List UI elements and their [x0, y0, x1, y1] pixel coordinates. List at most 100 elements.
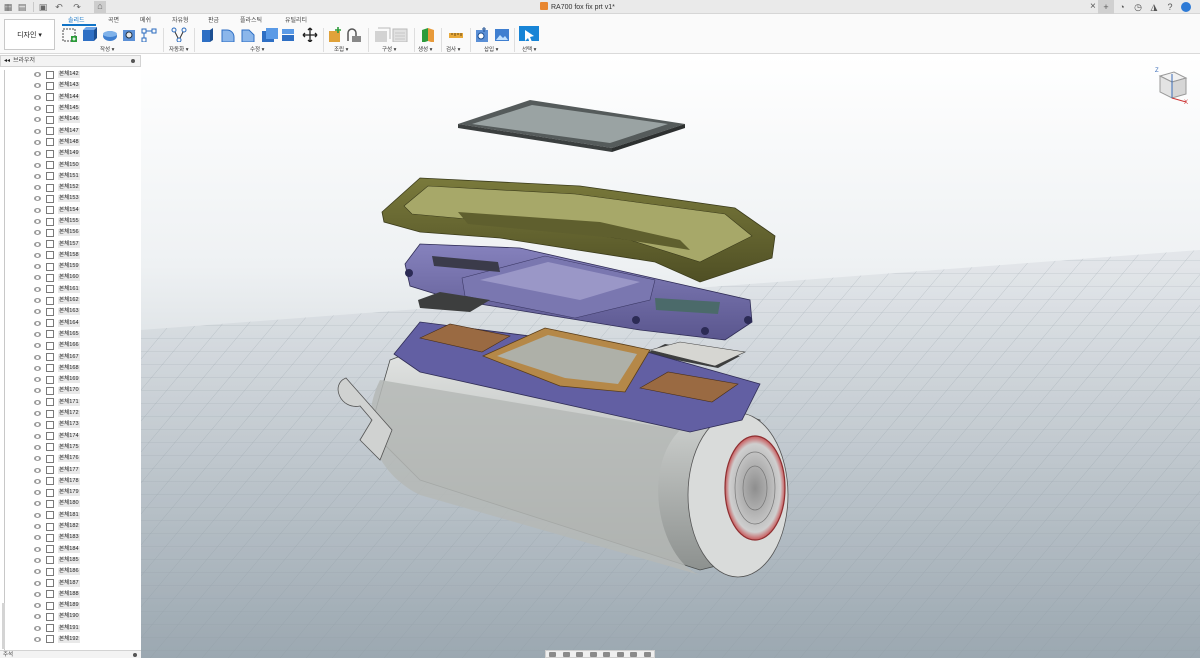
tree-item-body[interactable]: 본체162 — [33, 295, 85, 306]
insert-tools[interactable] — [475, 27, 511, 42]
visibility-eye-icon[interactable] — [33, 411, 42, 417]
visibility-eye-icon[interactable] — [33, 252, 42, 258]
tree-item-body[interactable]: 본체170 — [33, 385, 85, 396]
visibility-eye-icon[interactable] — [33, 433, 42, 439]
modify-menu[interactable]: 수정 ▾ — [250, 45, 264, 53]
tree-item-body[interactable]: 본체167 — [33, 351, 85, 362]
visibility-eye-icon[interactable] — [33, 298, 42, 304]
visibility-eye-icon[interactable] — [33, 501, 42, 507]
tree-item-body[interactable]: 본체147 — [33, 125, 85, 136]
collapse-panel-icon[interactable]: ◂◂ — [4, 56, 10, 66]
tree-item-body[interactable]: 본체192 — [33, 634, 85, 645]
visibility-eye-icon[interactable] — [33, 230, 42, 236]
tree-item-body[interactable]: 본체172 — [33, 408, 85, 419]
create-tools[interactable] — [62, 27, 160, 42]
look-at-icon[interactable] — [562, 651, 570, 657]
visibility-eye-icon[interactable] — [33, 343, 42, 349]
redo-icon[interactable]: ↷ — [72, 2, 82, 12]
visibility-eye-icon[interactable] — [33, 456, 42, 462]
visibility-eye-icon[interactable] — [33, 117, 42, 123]
modify-tools[interactable] — [200, 27, 320, 42]
visibility-eye-icon[interactable] — [33, 512, 42, 518]
tree-item-body[interactable]: 본체156 — [33, 227, 85, 238]
visibility-eye-icon[interactable] — [33, 467, 42, 473]
file-menu-icon[interactable]: ▤ — [17, 2, 27, 12]
insert-menu[interactable]: 삽입 ▾ — [484, 45, 498, 53]
tree-item-body[interactable]: 본체154 — [33, 205, 85, 216]
tree-item-body[interactable]: 본체178 — [33, 476, 85, 487]
tab-surface[interactable]: 곡면 — [108, 15, 119, 24]
tree-item-body[interactable]: 본체185 — [33, 555, 85, 566]
visibility-eye-icon[interactable] — [33, 241, 42, 247]
tree-item-body[interactable]: 본체148 — [33, 137, 85, 148]
tree-item-body[interactable]: 본체186 — [33, 566, 85, 577]
automate-icon[interactable] — [170, 27, 188, 42]
tree-item-body[interactable]: 본체142 — [33, 69, 85, 80]
tab-solid[interactable]: 솔리드 — [68, 15, 85, 24]
tree-item-body[interactable]: 본체155 — [33, 216, 85, 227]
create-menu[interactable]: 작성 ▾ — [100, 45, 114, 53]
visibility-eye-icon[interactable] — [33, 139, 42, 145]
tree-item-body[interactable]: 본체189 — [33, 600, 85, 611]
visibility-eye-icon[interactable] — [33, 219, 42, 224]
tab-mesh[interactable]: 메쉬 — [140, 15, 151, 24]
app-grid-icon[interactable]: ▦ — [3, 2, 13, 12]
visibility-eye-icon[interactable] — [33, 569, 42, 575]
undo-icon[interactable]: ↶ — [54, 2, 64, 12]
visibility-eye-icon[interactable] — [33, 128, 42, 134]
visibility-eye-icon[interactable] — [33, 354, 42, 360]
orbit-icon[interactable] — [549, 651, 557, 657]
visibility-eye-icon[interactable] — [33, 162, 42, 168]
tree-item-body[interactable]: 본체145 — [33, 103, 85, 114]
tree-item-body[interactable]: 본체163 — [33, 306, 85, 317]
visibility-eye-icon[interactable] — [33, 72, 42, 78]
visibility-eye-icon[interactable] — [33, 490, 42, 496]
tree-item-body[interactable]: 본체176 — [33, 453, 85, 464]
document-tab[interactable]: RA700 fox fix prt v1* — [540, 2, 615, 13]
tree-item-body[interactable]: 본체157 — [33, 238, 85, 249]
tree-item-body[interactable]: 본체174 — [33, 431, 85, 442]
grid-settings-icon[interactable] — [630, 651, 638, 657]
3d-scene[interactable] — [141, 55, 1200, 658]
tree-item-body[interactable]: 본체171 — [33, 397, 85, 408]
save-icon[interactable]: ▣ — [38, 2, 48, 12]
tab-utilities[interactable]: 유틸리티 — [285, 15, 307, 24]
tree-item-body[interactable]: 본체160 — [33, 272, 85, 283]
visibility-eye-icon[interactable] — [33, 264, 42, 270]
visibility-eye-icon[interactable] — [33, 557, 42, 563]
visibility-eye-icon[interactable] — [33, 196, 42, 202]
tab-form[interactable]: 자유형 — [172, 15, 189, 24]
scrollbar[interactable] — [2, 603, 5, 649]
visibility-eye-icon[interactable] — [33, 535, 42, 541]
visibility-eye-icon[interactable] — [33, 185, 42, 191]
tree-item-body[interactable]: 본체146 — [33, 114, 85, 125]
tree-item-body[interactable]: 본체184 — [33, 543, 85, 554]
visibility-eye-icon[interactable] — [33, 388, 42, 394]
zoom-icon[interactable] — [589, 651, 597, 657]
visibility-eye-icon[interactable] — [33, 546, 42, 552]
visibility-eye-icon[interactable] — [33, 625, 42, 631]
visibility-eye-icon[interactable] — [33, 83, 42, 89]
tree-item-body[interactable]: 본체175 — [33, 442, 85, 453]
visibility-eye-icon[interactable] — [33, 106, 42, 112]
visibility-eye-icon[interactable] — [33, 603, 42, 609]
viewcube-widget[interactable]: Z X — [1150, 64, 1190, 104]
tree-item-body[interactable]: 본체177 — [33, 464, 85, 475]
measure-icon[interactable] — [448, 27, 464, 42]
visibility-eye-icon[interactable] — [33, 478, 42, 484]
new-tab-icon[interactable]: + — [1098, 0, 1114, 14]
tree-item-body[interactable]: 본체158 — [33, 250, 85, 261]
visibility-eye-icon[interactable] — [33, 309, 42, 315]
tree-item-body[interactable]: 본체179 — [33, 487, 85, 498]
tree-item-body[interactable]: 본체183 — [33, 532, 85, 543]
visibility-eye-icon[interactable] — [33, 614, 42, 620]
visibility-eye-icon[interactable] — [33, 275, 42, 281]
visibility-eye-icon[interactable] — [33, 151, 42, 157]
visibility-eye-icon[interactable] — [33, 377, 42, 383]
home-icon[interactable]: ⌂ — [94, 1, 106, 13]
tree-item-body[interactable]: 본체165 — [33, 329, 85, 340]
generate-menu[interactable]: 생성 ▾ — [418, 45, 432, 53]
visibility-eye-icon[interactable] — [33, 320, 42, 326]
extensions-icon[interactable]: ◔ — [1114, 0, 1130, 14]
tab-sheet-metal[interactable]: 판금 — [208, 15, 219, 24]
